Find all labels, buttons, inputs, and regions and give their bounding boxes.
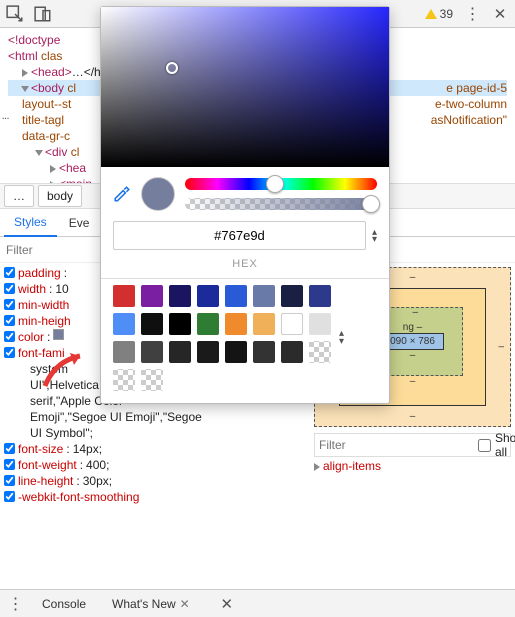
close-icon[interactable]: ✕: [180, 597, 190, 611]
prop-toggle[interactable]: [4, 491, 15, 502]
tab-event-listeners[interactable]: Eve: [59, 210, 100, 236]
palette-swatch[interactable]: [309, 285, 331, 307]
alpha-thumb[interactable]: [362, 195, 380, 213]
color-palette: [113, 285, 331, 391]
saturation-field[interactable]: [101, 7, 389, 167]
close-drawer-icon[interactable]: ✕: [218, 595, 236, 613]
palette-stepper[interactable]: ▴▾: [339, 285, 344, 391]
chevron-down-icon[interactable]: [21, 86, 29, 92]
palette-swatch[interactable]: [197, 285, 219, 307]
palette-swatch[interactable]: [253, 285, 275, 307]
drawer-tab-whatsnew[interactable]: What's New✕: [104, 593, 198, 615]
warnings-badge[interactable]: 39: [425, 7, 453, 21]
color-preview: [141, 177, 175, 211]
palette-swatch[interactable]: [253, 341, 275, 363]
drawer-menu-icon[interactable]: ⋮: [6, 595, 24, 613]
inspect-icon[interactable]: [6, 5, 24, 23]
prop-toggle[interactable]: [4, 347, 15, 358]
chevron-right-icon[interactable]: [314, 463, 320, 471]
palette-swatch[interactable]: [113, 369, 135, 391]
palette-swatch[interactable]: [281, 313, 303, 335]
palette-swatch[interactable]: [141, 313, 163, 335]
show-all-checkbox[interactable]: [478, 439, 491, 452]
drawer-tab-console[interactable]: Console: [34, 593, 94, 615]
palette-swatch[interactable]: [309, 341, 331, 363]
format-stepper[interactable]: ▴▾: [372, 229, 377, 243]
box-model-content: 090 × 786: [381, 333, 444, 350]
warning-icon: [425, 9, 437, 19]
computed-filter-input[interactable]: [319, 438, 474, 452]
palette-swatch[interactable]: [141, 285, 163, 307]
prop-toggle[interactable]: [4, 267, 15, 278]
palette-swatch[interactable]: [281, 341, 303, 363]
palette-swatch[interactable]: [197, 313, 219, 335]
prop-toggle[interactable]: [4, 315, 15, 326]
saturation-handle[interactable]: [166, 62, 178, 74]
prop-toggle[interactable]: [4, 443, 15, 454]
show-all-label: Show all: [495, 431, 515, 459]
kebab-menu-icon[interactable]: ⋮: [463, 5, 481, 23]
hue-thumb[interactable]: [266, 175, 284, 193]
breadcrumb-item[interactable]: body: [38, 185, 82, 207]
color-picker-popover: ▴▾ HEX: [100, 6, 390, 404]
palette-swatch[interactable]: [281, 285, 303, 307]
eyedropper-icon[interactable]: [113, 185, 131, 203]
hue-slider[interactable]: [185, 178, 377, 190]
device-toggle-icon[interactable]: [34, 5, 52, 23]
palette-swatch[interactable]: [197, 341, 219, 363]
palette-swatch[interactable]: [169, 285, 191, 307]
palette-swatch[interactable]: [141, 369, 163, 391]
palette-swatch[interactable]: [225, 313, 247, 335]
prop-toggle[interactable]: [4, 331, 15, 342]
color-swatch[interactable]: [53, 329, 64, 340]
close-devtools-icon[interactable]: ✕: [491, 5, 509, 23]
tab-styles[interactable]: Styles: [4, 209, 57, 237]
palette-swatch[interactable]: [169, 313, 191, 335]
chevron-right-icon[interactable]: [50, 165, 56, 173]
ellipsis-icon: …: [0, 108, 11, 124]
palette-swatch[interactable]: [113, 313, 135, 335]
prop-toggle[interactable]: [4, 283, 15, 294]
palette-swatch[interactable]: [225, 341, 247, 363]
palette-swatch[interactable]: [225, 285, 247, 307]
palette-swatch[interactable]: [113, 341, 135, 363]
chevron-down-icon[interactable]: [35, 150, 43, 156]
breadcrumb-item[interactable]: …: [4, 185, 34, 207]
palette-swatch[interactable]: [113, 285, 135, 307]
drawer-tabs: ⋮ Console What's New✕ ✕: [0, 589, 515, 617]
palette-swatch[interactable]: [253, 313, 275, 335]
prop-toggle[interactable]: [4, 299, 15, 310]
palette-swatch[interactable]: [141, 341, 163, 363]
chevron-right-icon[interactable]: [50, 181, 56, 183]
chevron-right-icon[interactable]: [22, 69, 28, 77]
palette-swatch[interactable]: [169, 341, 191, 363]
prop-toggle[interactable]: [4, 475, 15, 486]
warning-count: 39: [440, 7, 453, 21]
prop-toggle[interactable]: [4, 459, 15, 470]
hex-input[interactable]: [113, 221, 366, 250]
alpha-slider[interactable]: [185, 198, 377, 210]
palette-swatch[interactable]: [309, 313, 331, 335]
hex-label: HEX: [101, 258, 389, 278]
